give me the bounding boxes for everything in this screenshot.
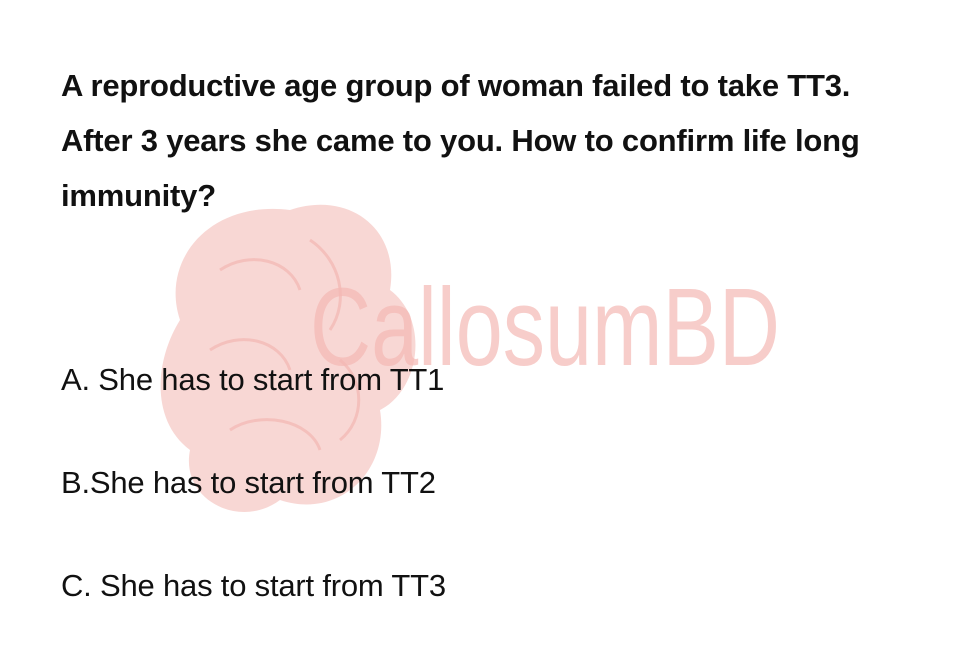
option-c[interactable]: C. She has to start from TT3	[61, 566, 446, 606]
option-b[interactable]: B.She has to start from TT2	[61, 463, 436, 503]
question-text: A reproductive age group of woman failed…	[61, 68, 860, 213]
option-a[interactable]: A. She has to start from TT1	[61, 360, 444, 400]
